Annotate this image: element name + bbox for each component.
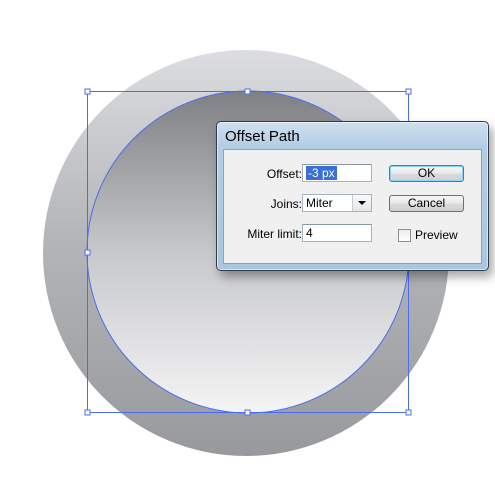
dialog-body: Offset: -3 px Joins: Miter Miter limit: … xyxy=(223,149,482,264)
handle-top-right[interactable] xyxy=(405,88,412,95)
handle-top-middle[interactable] xyxy=(244,88,251,95)
preview-checkbox[interactable] xyxy=(398,229,411,242)
miter-limit-value: 4 xyxy=(306,226,313,240)
dialog-title: Offset Path xyxy=(225,128,300,145)
handle-bottom-right[interactable] xyxy=(405,409,412,416)
joins-label: Joins: xyxy=(270,197,302,211)
offset-value: -3 px xyxy=(306,166,337,180)
handle-top-left[interactable] xyxy=(84,88,91,95)
offset-path-dialog: Offset Path Offset: -3 px Joins: Miter M… xyxy=(216,121,489,271)
offset-label: Offset: xyxy=(266,167,302,181)
chevron-down-icon[interactable] xyxy=(352,195,371,211)
joins-dropdown[interactable]: Miter xyxy=(302,194,372,212)
miter-limit-label: Miter limit: xyxy=(247,227,302,241)
cancel-button[interactable]: Cancel xyxy=(389,195,464,212)
handle-bottom-middle[interactable] xyxy=(244,409,251,416)
ok-button[interactable]: OK xyxy=(389,165,464,182)
joins-value: Miter xyxy=(306,196,333,210)
handle-bottom-left[interactable] xyxy=(84,409,91,416)
preview-label[interactable]: Preview xyxy=(415,228,458,242)
handle-middle-left[interactable] xyxy=(84,249,91,256)
miter-limit-input[interactable]: 4 xyxy=(302,224,372,242)
offset-input[interactable]: -3 px xyxy=(302,164,372,182)
